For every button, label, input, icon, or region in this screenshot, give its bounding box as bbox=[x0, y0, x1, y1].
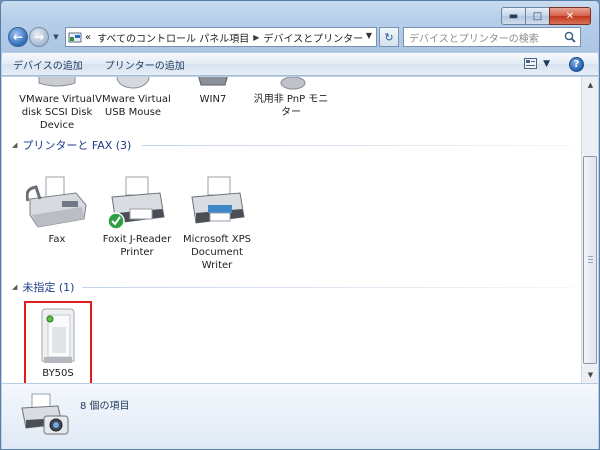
scroll-down-arrow-icon[interactable]: ▼ bbox=[582, 367, 599, 383]
printer-icon bbox=[191, 176, 245, 224]
explorer-window: ▬ □ ✕ ← → ▼ « すべてのコントロール パネル項目 ▶ デバイスとプリ… bbox=[0, 0, 600, 450]
mouse-icon bbox=[116, 77, 150, 89]
group-divider bbox=[82, 287, 572, 288]
device-label: WIN7 bbox=[199, 94, 227, 105]
collapse-arrow-icon[interactable]: ◢ bbox=[12, 283, 17, 291]
devices-content-pane: VMware Virtual disk SCSI Disk Device VMw… bbox=[2, 77, 581, 383]
view-icon bbox=[524, 58, 538, 69]
group-header-printers[interactable]: ◢ プリンターと FAX (3) bbox=[12, 137, 131, 153]
control-panel-icon bbox=[68, 32, 82, 42]
printer-label: Microsoft XPS Document Writer bbox=[183, 234, 251, 271]
close-button[interactable]: ✕ bbox=[549, 7, 591, 25]
device-tower-icon bbox=[41, 308, 75, 363]
breadcrumb-overflow[interactable]: « bbox=[85, 32, 91, 43]
add-device-button[interactable]: デバイスの追加 bbox=[2, 57, 94, 72]
window-controls: ▬ □ ✕ bbox=[501, 7, 591, 25]
list-item[interactable]: WIN7 bbox=[174, 77, 252, 106]
disk-drive-icon bbox=[38, 77, 76, 87]
help-button[interactable]: ? bbox=[569, 57, 584, 72]
breadcrumb-separator-icon[interactable]: ▶ bbox=[253, 33, 259, 42]
monitor-icon bbox=[280, 77, 306, 90]
search-placeholder: デバイスとプリンターの検索 bbox=[409, 33, 539, 45]
breadcrumb-current[interactable]: デバイスとプリンター bbox=[263, 30, 363, 45]
scroll-thumb[interactable] bbox=[583, 156, 597, 364]
list-item[interactable]: Microsoft XPS Document Writer bbox=[178, 175, 256, 272]
device-label: VMware Virtual disk SCSI Disk Device bbox=[19, 94, 95, 131]
refresh-icon: ↻ bbox=[384, 30, 394, 44]
minimize-button[interactable]: ▬ bbox=[501, 7, 525, 25]
printer-label: Fax bbox=[48, 234, 66, 245]
search-input[interactable]: デバイスとプリンターの検索 bbox=[403, 27, 581, 47]
printer-default-icon bbox=[107, 176, 165, 230]
details-pane: 8 個の項目 bbox=[2, 383, 598, 449]
command-bar: デバイスの追加 プリンターの追加 ▼ ? bbox=[2, 52, 598, 76]
list-item[interactable]: BY50S bbox=[19, 307, 97, 380]
forward-button[interactable]: → bbox=[29, 27, 49, 47]
add-printer-button[interactable]: プリンターの追加 bbox=[94, 57, 196, 72]
list-item[interactable]: Foxit J-Reader Printer bbox=[98, 175, 176, 259]
devices-printers-icon bbox=[21, 393, 69, 435]
device-label: 汎用非 PnP モニター bbox=[253, 94, 329, 118]
list-item[interactable]: VMware Virtual USB Mouse bbox=[94, 77, 172, 119]
history-dropdown-icon[interactable]: ▼ bbox=[51, 33, 61, 41]
list-item[interactable]: 汎用非 PnP モニター bbox=[252, 77, 330, 119]
maximize-button[interactable]: □ bbox=[525, 7, 549, 25]
refresh-button[interactable]: ↻ bbox=[379, 27, 399, 47]
group-title: 未指定 (1) bbox=[22, 281, 75, 294]
address-dropdown-icon[interactable]: ▼ bbox=[366, 31, 372, 40]
view-dropdown-icon: ▼ bbox=[543, 58, 550, 69]
navigation-bar: ← → ▼ « すべてのコントロール パネル項目 ▶ デバイスとプリンター ▼ … bbox=[5, 25, 595, 49]
group-divider bbox=[142, 145, 572, 146]
fax-icon bbox=[26, 176, 87, 228]
device-label: VMware Virtual USB Mouse bbox=[95, 94, 171, 118]
device-label: BY50S bbox=[42, 368, 74, 379]
vertical-scrollbar[interactable]: ▲ ▼ bbox=[581, 77, 598, 383]
scroll-up-arrow-icon[interactable]: ▲ bbox=[582, 77, 599, 93]
collapse-arrow-icon[interactable]: ◢ bbox=[12, 141, 17, 149]
printer-label: Foxit J-Reader Printer bbox=[102, 234, 172, 258]
computer-icon bbox=[198, 77, 228, 86]
breadcrumb-parent[interactable]: すべてのコントロール パネル項目 bbox=[97, 30, 249, 45]
back-button[interactable]: ← bbox=[8, 27, 28, 47]
address-bar[interactable]: « すべてのコントロール パネル項目 ▶ デバイスとプリンター ▼ bbox=[65, 27, 377, 47]
list-item[interactable]: Fax bbox=[18, 175, 96, 246]
list-item[interactable]: VMware Virtual disk SCSI Disk Device bbox=[18, 77, 96, 132]
search-icon[interactable] bbox=[564, 31, 576, 43]
change-view-button[interactable]: ▼ bbox=[524, 58, 550, 69]
item-count: 8 個の項目 bbox=[80, 401, 130, 412]
group-header-unspecified[interactable]: ◢ 未指定 (1) bbox=[12, 279, 74, 295]
group-title: プリンターと FAX (3) bbox=[22, 139, 132, 152]
